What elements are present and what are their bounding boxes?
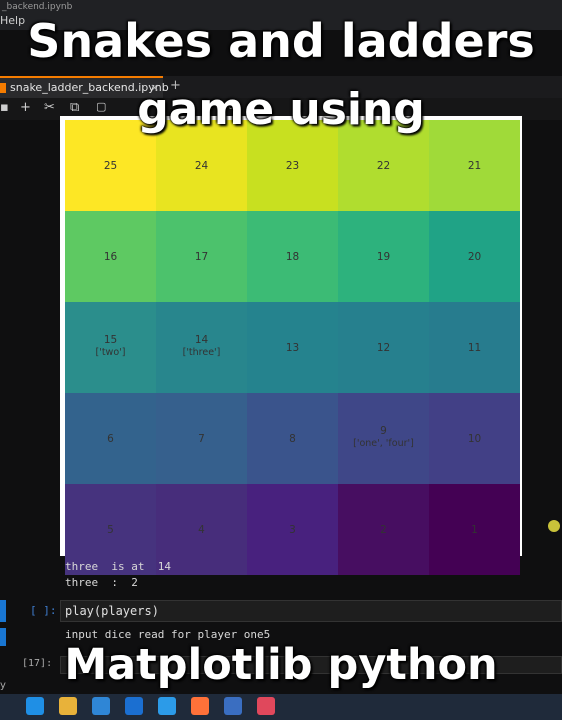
cell-number: 16 xyxy=(103,251,118,263)
cell-number: 14 xyxy=(194,334,209,346)
cell-number: 5 xyxy=(107,524,114,536)
cell-players: ['three'] xyxy=(182,347,221,358)
cell-number: 13 xyxy=(285,342,300,354)
cell-number: 24 xyxy=(194,160,209,172)
code-cell-input[interactable]: play(players) xyxy=(60,600,562,622)
board-cell: 16 xyxy=(65,211,156,302)
vscode-icon[interactable] xyxy=(158,697,176,715)
cell-number: 11 xyxy=(467,342,482,354)
cell-number: 22 xyxy=(376,160,391,172)
board-cell: 8 xyxy=(247,393,338,484)
board-cell: 9 ['one', 'four'] xyxy=(338,393,429,484)
cell-players: ['two'] xyxy=(95,347,126,358)
board-cell: 7 xyxy=(156,393,247,484)
board-cell: 18 xyxy=(247,211,338,302)
board-cell: 20 xyxy=(429,211,520,302)
board-cell: 19 xyxy=(338,211,429,302)
cell-number: 20 xyxy=(467,251,482,263)
cell-number: 9 xyxy=(380,425,387,437)
cell-players: ['one', 'four'] xyxy=(353,438,414,449)
overlay-title-line3: Matplotlib python xyxy=(64,640,498,690)
overlay-title-line1: Snakes and ladders xyxy=(27,14,535,68)
edge-icon[interactable] xyxy=(26,697,44,715)
code-text: play(players) xyxy=(65,604,159,618)
output-line-position: three is at 14 xyxy=(65,560,171,573)
board-cell: 15 ['two'] xyxy=(65,302,156,393)
window-title: _backend.ipynb xyxy=(2,2,73,12)
cell-number: 8 xyxy=(289,433,296,445)
cell-number: 19 xyxy=(376,251,391,263)
board-plot: 25 24 23 22 21 16 17 18 19 20 15 ['two'] 14 ['three']… xyxy=(60,116,522,575)
board-cell: 13 xyxy=(247,302,338,393)
cell-prompt: [ ]: xyxy=(30,604,57,617)
cell-number: 3 xyxy=(289,524,296,536)
cell-number: 18 xyxy=(285,251,300,263)
active-cell-indicator xyxy=(0,600,6,622)
firefox-icon[interactable] xyxy=(191,697,209,715)
board-cell: 6 xyxy=(65,393,156,484)
board-cell: 11 xyxy=(429,302,520,393)
cell-number: 17 xyxy=(194,251,209,263)
output-line-dice: three : 2 xyxy=(65,576,138,589)
overlay-title-line2: game using xyxy=(137,84,425,135)
mail-icon[interactable] xyxy=(125,697,143,715)
cell-number: 4 xyxy=(198,524,205,536)
cell-number: 21 xyxy=(467,160,482,172)
cell-number: 2 xyxy=(380,524,387,536)
board-cell: 2 xyxy=(338,484,429,575)
mouse-cursor xyxy=(548,520,560,532)
board-cell: 12 xyxy=(338,302,429,393)
taskbar xyxy=(0,694,562,720)
board-cell: 3 xyxy=(247,484,338,575)
cell-number: 10 xyxy=(467,433,482,445)
recorder-icon[interactable] xyxy=(257,697,275,715)
board-cell: 17 xyxy=(156,211,247,302)
store-icon[interactable] xyxy=(92,697,110,715)
cell-number: 6 xyxy=(107,433,114,445)
powershell-icon[interactable] xyxy=(224,697,242,715)
cell-number: 15 xyxy=(103,334,118,346)
board-cell: 10 xyxy=(429,393,520,484)
board-cell: 14 ['three'] xyxy=(156,302,247,393)
board-cell: 1 xyxy=(429,484,520,575)
cell-number: 25 xyxy=(103,160,118,172)
cell-number: 23 xyxy=(285,160,300,172)
cell-number: 1 xyxy=(471,524,478,536)
cell-number: 7 xyxy=(198,433,205,445)
cell-number: 12 xyxy=(376,342,391,354)
file-explorer-icon[interactable] xyxy=(59,697,77,715)
